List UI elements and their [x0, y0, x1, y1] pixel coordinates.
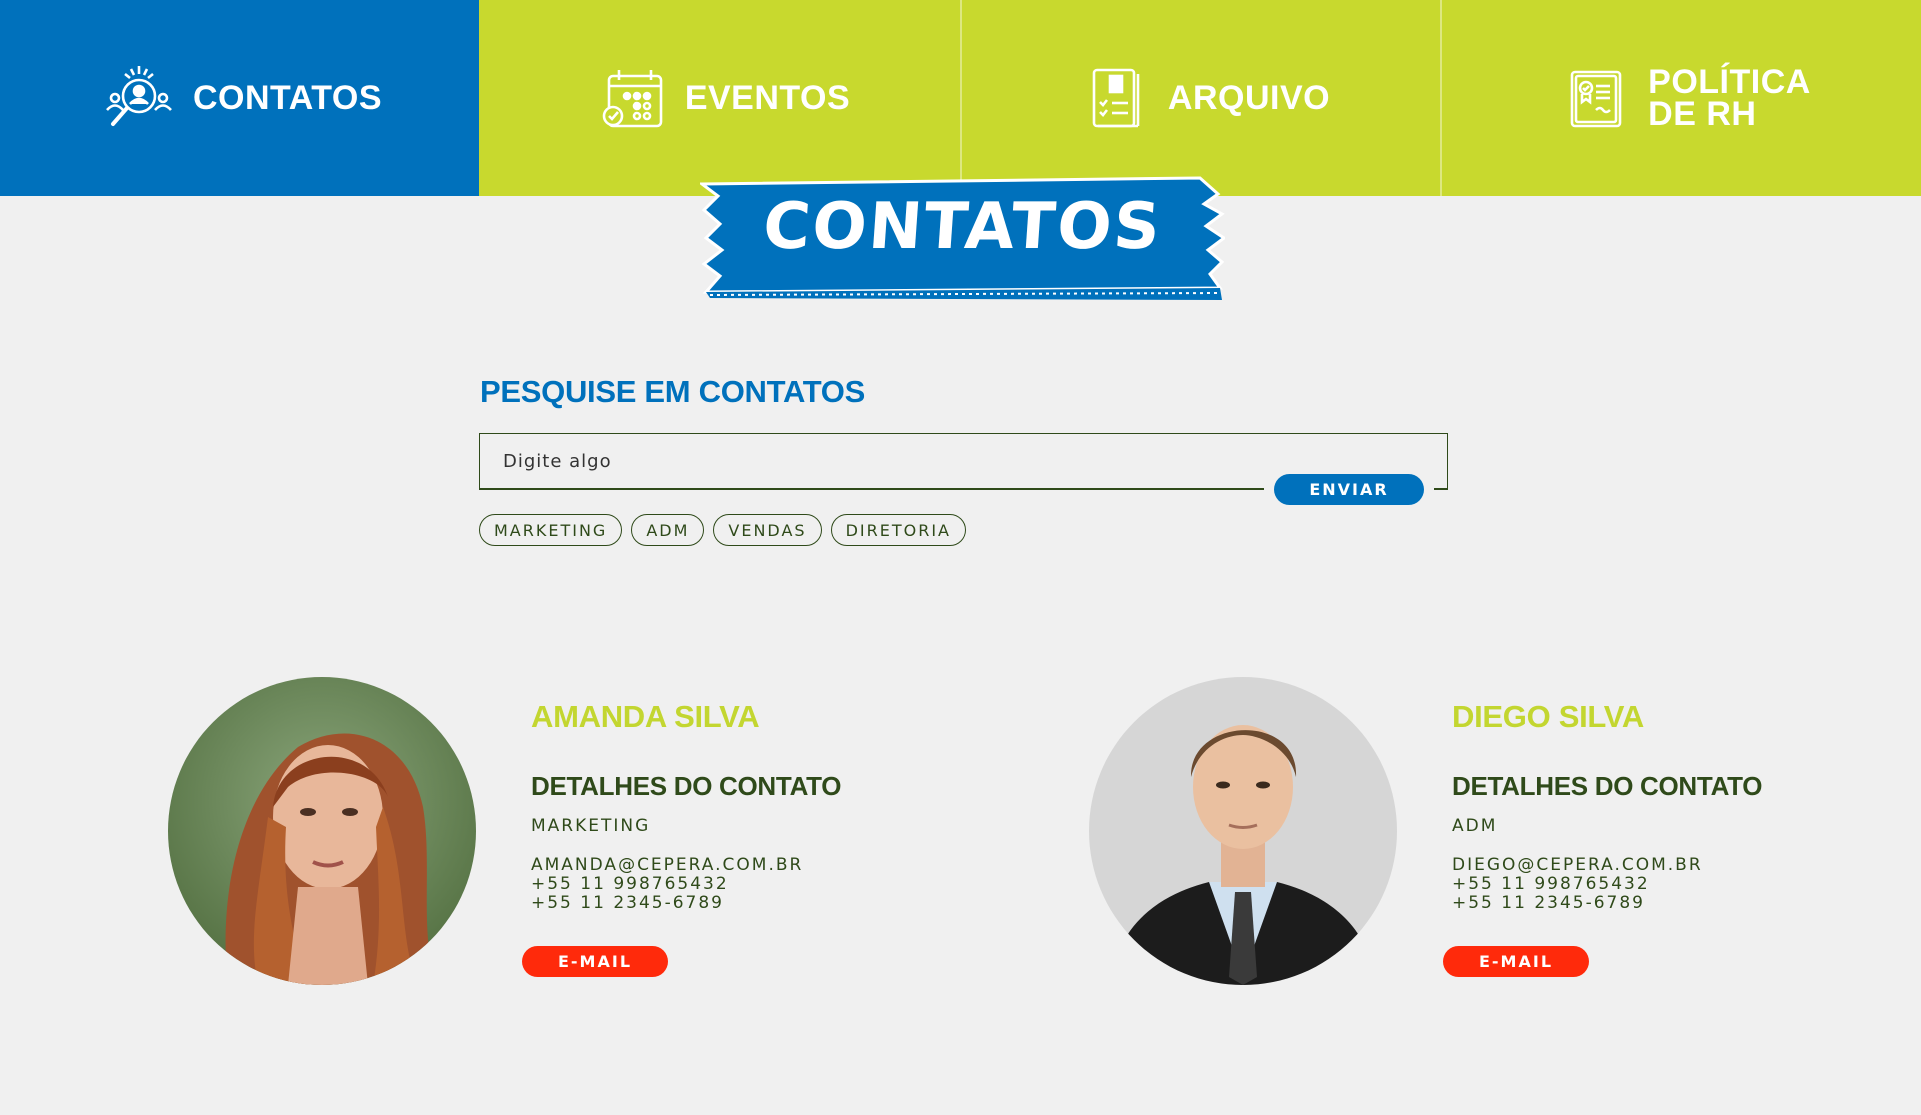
calendar-icon: [589, 56, 673, 140]
contact-details-title: DETALHES DO CONTATO: [1452, 771, 1763, 801]
search-input[interactable]: [480, 434, 1240, 488]
filter-tag-diretoria[interactable]: DIRETORIA: [830, 514, 966, 546]
nav-label: EVENTOS: [684, 78, 851, 117]
search-underline-end: [1434, 488, 1448, 490]
certificate-document-icon: [1552, 56, 1636, 140]
contact-card: DIEGO SILVA DETALHES DO CONTATO ADM DIEG…: [1089, 677, 1921, 997]
nav-tab-contatos[interactable]: CONTATOS: [0, 0, 479, 196]
nav-tab-eventos[interactable]: EVENTOS: [479, 0, 960, 196]
nav-label: ARQUIVO: [1167, 78, 1331, 117]
email-button[interactable]: E-MAIL: [522, 946, 668, 977]
contacts-search-icon: [97, 56, 181, 140]
filter-tags: MARKETING ADM VENDAS DIRETORIA: [479, 514, 966, 546]
contact-email: AMANDA@CEPERA.COM.BR: [531, 855, 804, 875]
banner-title: CONTATOS: [760, 190, 1165, 264]
contact-phone-landline: +55 11 2345-6789: [1452, 893, 1645, 913]
nav-tab-arquivo[interactable]: ARQUIVO: [960, 0, 1440, 196]
contact-email: DIEGO@CEPERA.COM.BR: [1452, 855, 1703, 875]
search-title: PESQUISE EM CONTATOS: [480, 374, 865, 409]
main-nav: CONTATOS EVENTOS ARQUIVO POLÍTICA DE RH: [0, 0, 1921, 196]
filter-tag-adm[interactable]: ADM: [631, 514, 705, 546]
contact-card: AMANDA SILVA DETALHES DO CONTATO MARKETI…: [168, 677, 1068, 997]
archive-document-icon: [1072, 56, 1156, 140]
nav-tab-politica-rh[interactable]: POLÍTICA DE RH: [1440, 0, 1921, 196]
send-button[interactable]: ENVIAR: [1274, 474, 1424, 505]
contact-department: ADM: [1452, 816, 1498, 836]
contact-details-title: DETALHES DO CONTATO: [531, 771, 842, 801]
contact-name: DIEGO SILVA: [1452, 699, 1644, 734]
avatar: [168, 677, 476, 985]
contact-info: AMANDA SILVA DETALHES DO CONTATO MARKETI…: [531, 699, 841, 913]
nav-label: POLÍTICA DE RH: [1648, 63, 1811, 133]
page-title-banner: CONTATOS: [697, 176, 1227, 301]
contact-name: AMANDA SILVA: [531, 699, 760, 734]
contact-info: DIEGO SILVA DETALHES DO CONTATO ADM DIEG…: [1452, 699, 1762, 913]
nav-label: CONTATOS: [192, 78, 383, 117]
filter-tag-marketing[interactable]: MARKETING: [479, 514, 623, 546]
contact-phone-mobile: +55 11 998765432: [531, 874, 729, 894]
email-button[interactable]: E-MAIL: [1443, 946, 1589, 977]
avatar: [1089, 677, 1397, 985]
contact-phone-mobile: +55 11 998765432: [1452, 874, 1650, 894]
contact-department: MARKETING: [531, 816, 651, 836]
filter-tag-vendas[interactable]: VENDAS: [713, 514, 822, 546]
contact-phone-landline: +55 11 2345-6789: [531, 893, 724, 913]
search-underline: [479, 488, 1264, 490]
